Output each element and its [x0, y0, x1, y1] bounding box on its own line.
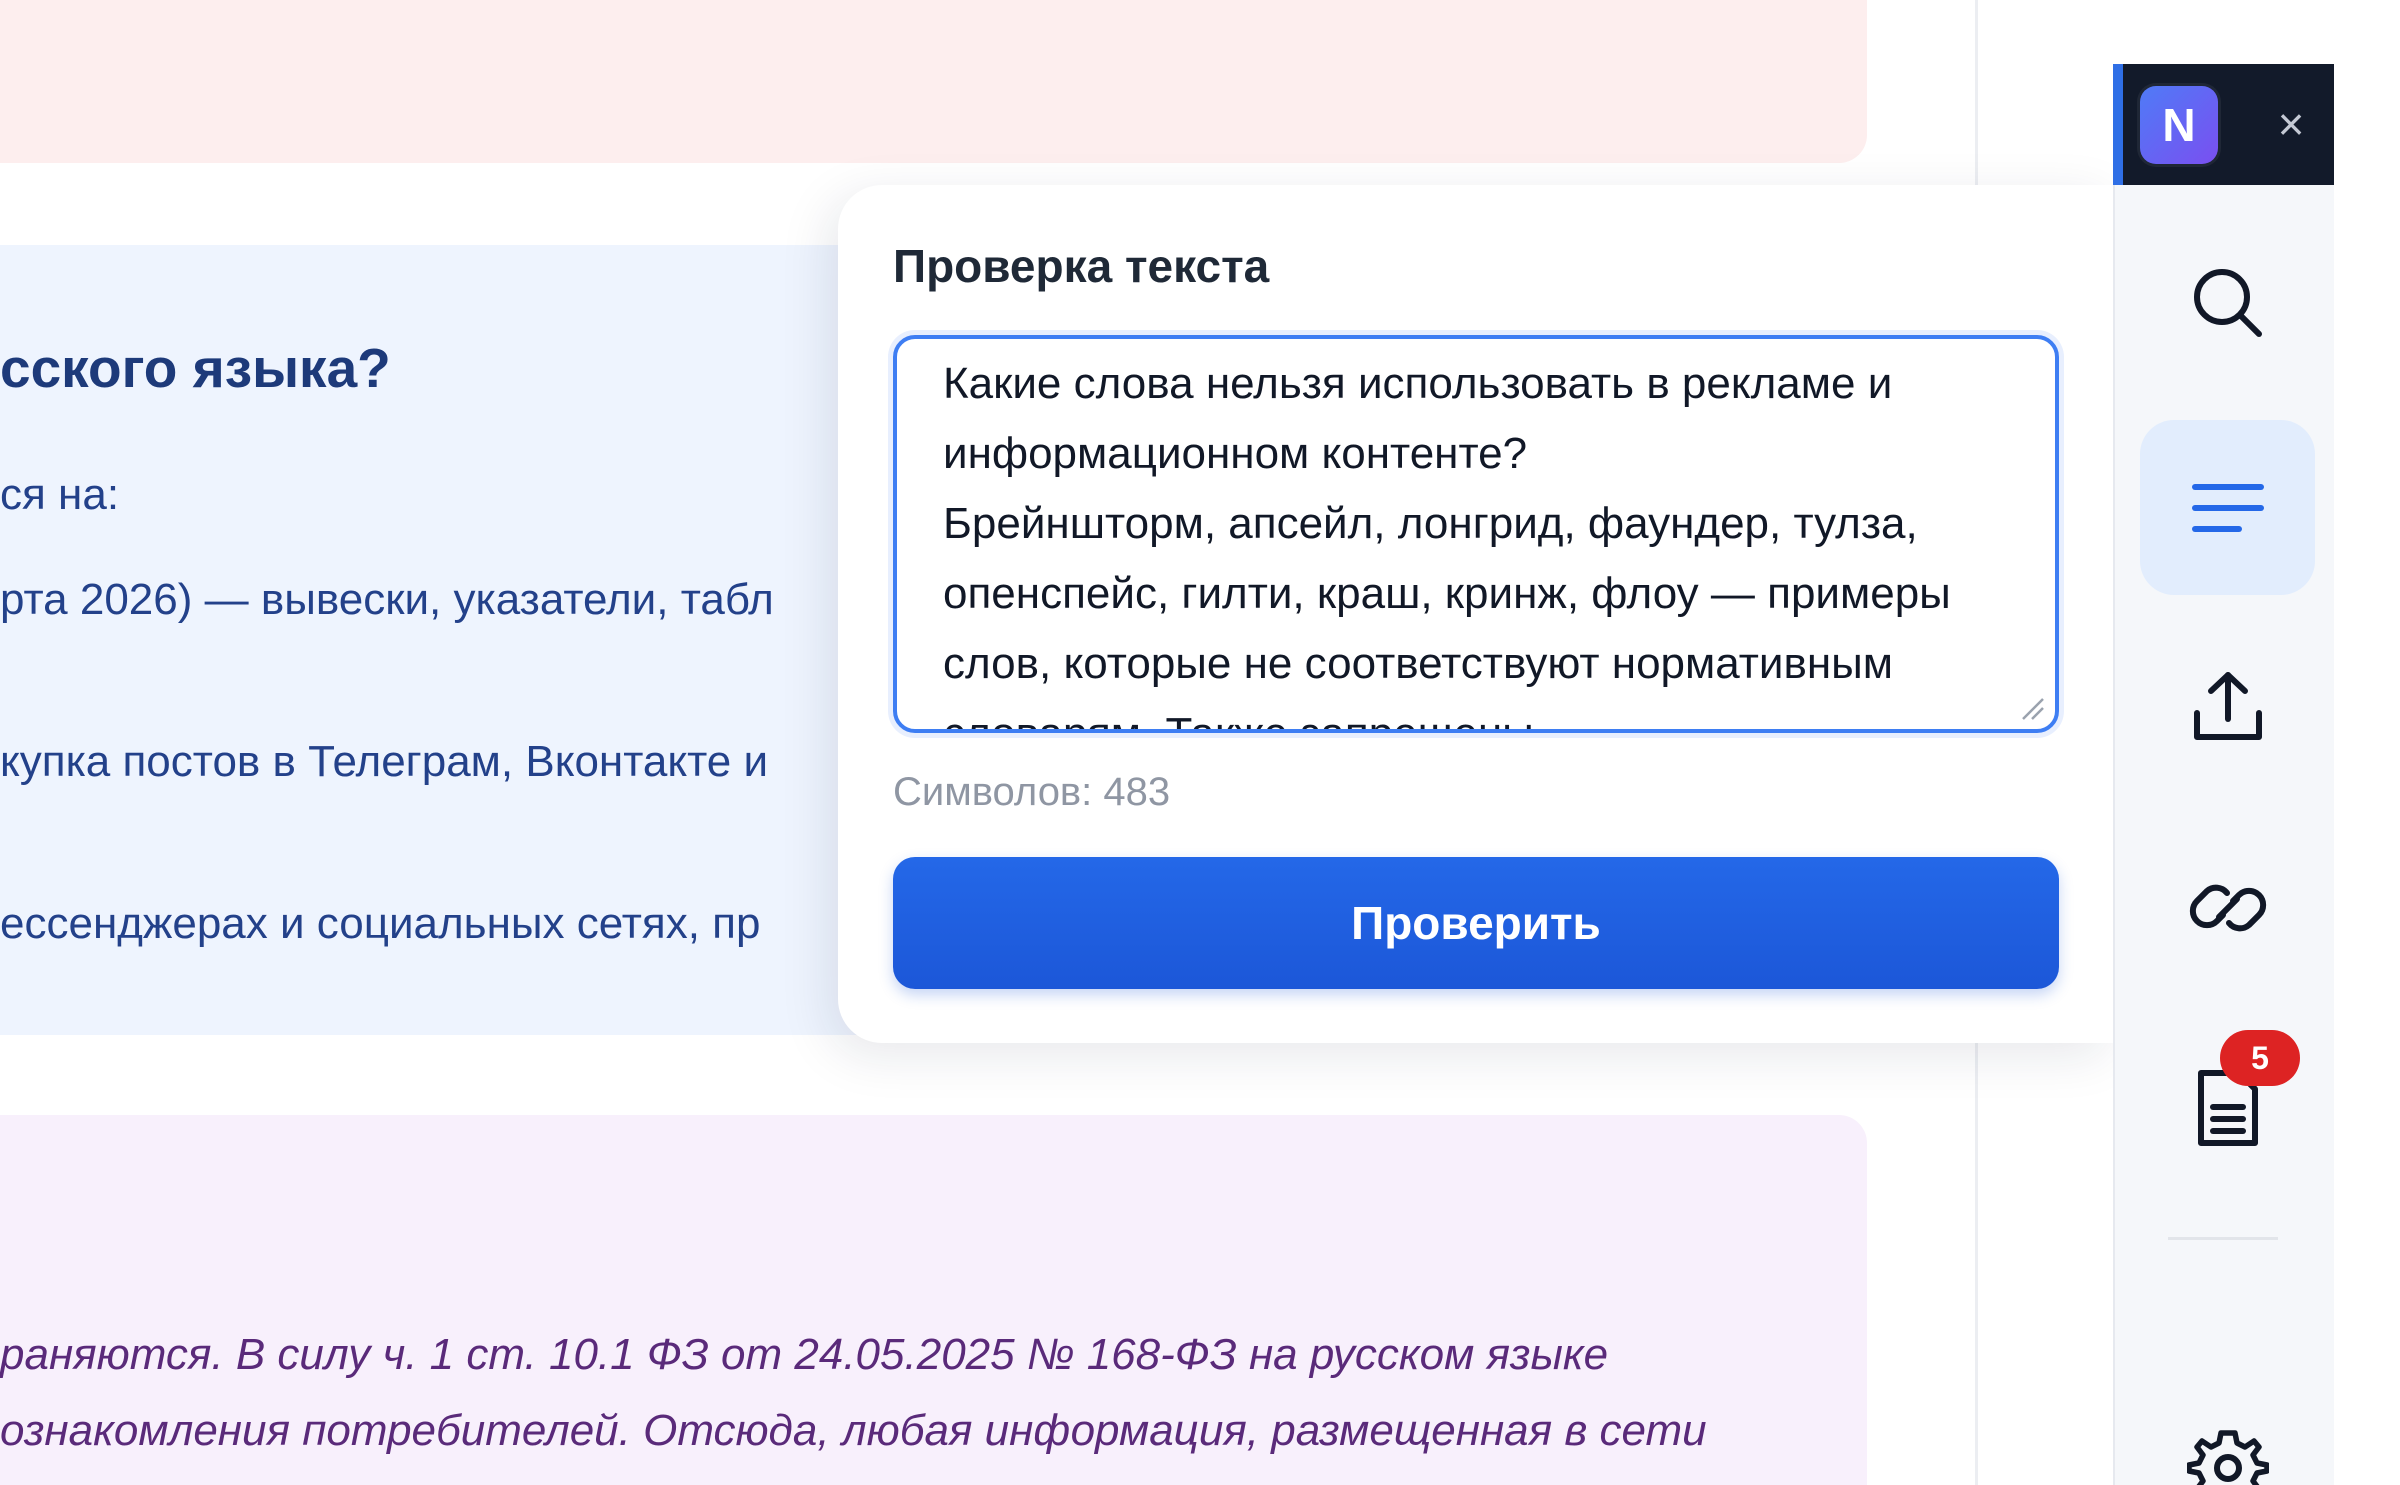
extension-sidebar — [2113, 185, 2334, 1485]
search-icon — [2193, 268, 2262, 337]
article-text-line: купка постов в Телеграм, Вконтакте и — [0, 737, 769, 786]
article-text-line: ся на: — [0, 470, 120, 519]
text-input-area[interactable]: Какие слова нельзя использовать в реклам… — [893, 335, 2059, 733]
article-text-line: рта 2026) — вывески, указатели, табл — [0, 575, 774, 624]
article-heading: сского языка? — [0, 337, 391, 399]
text-check-panel: Проверка текста Какие слова нельзя испол… — [838, 185, 2115, 1043]
sidebar-search-button[interactable] — [2140, 215, 2315, 390]
header-accent — [2113, 64, 2123, 185]
char-count: Символов: 483 — [893, 770, 1171, 814]
sidebar-settings-button[interactable] — [2140, 1380, 2315, 1485]
text-lines-icon — [2191, 483, 2264, 532]
documents-count-badge: 5 — [2220, 1030, 2300, 1086]
text-input-value[interactable]: Какие слова нельзя использовать в реклам… — [943, 349, 2023, 729]
sidebar-link-button[interactable] — [2140, 820, 2315, 995]
link-icon — [2189, 884, 2266, 931]
article-card-top — [0, 0, 1867, 163]
panel-title: Проверка текста — [893, 240, 1270, 292]
sidebar-upload-button[interactable] — [2140, 620, 2315, 795]
page: сского языка? ся на: рта 2026) — вывески… — [0, 0, 2400, 1485]
extension-logo[interactable]: N — [2140, 86, 2218, 164]
extension-header: N × — [2113, 64, 2334, 185]
upload-icon — [2193, 671, 2262, 740]
article-quote-line: ознакомления потребителей. Отсюда, любая… — [0, 1406, 1707, 1455]
article-text-line: ессенджерах и социальных сетях, пр — [0, 899, 761, 948]
resize-handle-icon[interactable] — [2019, 695, 2045, 721]
check-button[interactable]: Проверить — [893, 857, 2059, 989]
close-icon[interactable]: × — [2261, 94, 2321, 154]
sidebar-divider — [2168, 1237, 2278, 1240]
article-quote-line: раняются. В силу ч. 1 ст. 10.1 ФЗ от 24.… — [0, 1330, 1609, 1379]
gear-icon — [2186, 1429, 2269, 1485]
sidebar-text-check-button[interactable] — [2140, 420, 2315, 595]
